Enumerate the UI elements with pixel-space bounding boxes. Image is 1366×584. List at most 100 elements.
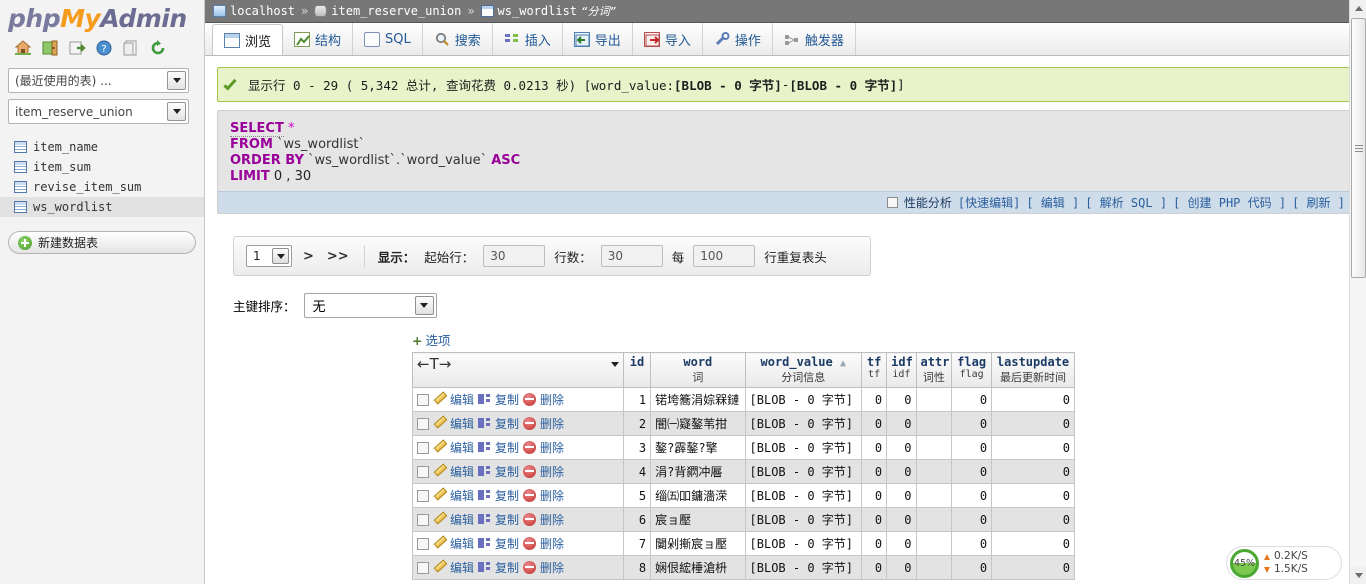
chevron-down-icon[interactable] (272, 248, 289, 264)
chevron-down-icon[interactable] (167, 102, 186, 121)
column-header-word_value[interactable]: word_value ▲ 分词信息 (745, 353, 861, 388)
chevron-down-icon[interactable] (415, 296, 434, 315)
copy-icon[interactable] (478, 513, 491, 526)
column-header-tf[interactable]: tf tf (861, 353, 886, 388)
sidebar-item-revise_item_sum[interactable]: revise_item_sum (0, 177, 204, 197)
help-icon[interactable]: ? (95, 39, 113, 57)
rows-count-input[interactable]: 30 (601, 245, 663, 267)
copy-link[interactable]: 复制 (495, 511, 519, 528)
row-checkbox[interactable] (417, 418, 429, 430)
scrollbar-thumb[interactable] (1351, 18, 1366, 278)
pencil-icon[interactable] (433, 513, 446, 526)
delete-icon[interactable] (523, 489, 536, 502)
scroll-down-button[interactable] (1350, 567, 1366, 584)
tab-operations[interactable]: 操作 (703, 23, 773, 55)
delete-icon[interactable] (523, 513, 536, 526)
pencil-icon[interactable] (433, 393, 446, 406)
explain-sql-link[interactable]: [ 解析 SQL ] (1085, 194, 1167, 211)
tab-import[interactable]: 导入 (633, 23, 703, 55)
table-row[interactable]: 编辑 复制 删除 1 锘垮簥涓婃槑鏈 [BLOB - 0 字节] 0 0 0 (413, 388, 1075, 412)
edit-link[interactable]: 编辑 (450, 391, 474, 408)
delete-link[interactable]: 删除 (540, 463, 564, 480)
copy-link[interactable]: 复制 (495, 463, 519, 480)
pencil-icon[interactable] (433, 537, 446, 550)
page-number-select[interactable]: 1 (246, 245, 292, 267)
export-icon[interactable] (68, 39, 86, 57)
breadcrumb-database[interactable]: item_reserve_union (331, 4, 461, 18)
table-row[interactable]: 编辑 复制 删除 3 鏊?霹鏊?擎 [BLOB - 0 字节] 0 0 0 (413, 436, 1075, 460)
tab-search[interactable]: 搜索 (423, 23, 493, 55)
row-checkbox[interactable] (417, 538, 429, 550)
vertical-scrollbar[interactable] (1349, 0, 1366, 584)
column-header-attr[interactable]: attr 词性 (916, 353, 952, 388)
row-checkbox[interactable] (417, 562, 429, 574)
tab-structure[interactable]: 结构 (283, 23, 353, 55)
phpmyadmin-logo[interactable]: phpMyAdmin (0, 0, 204, 33)
delete-link[interactable]: 删除 (540, 511, 564, 528)
create-php-code-link[interactable]: [ 创建 PHP 代码 ] (1173, 194, 1286, 211)
network-speed-widget[interactable]: 45% 0.2K/S 1.5K/S (1226, 546, 1342, 580)
delete-link[interactable]: 删除 (540, 535, 564, 552)
edit-link[interactable]: [ 编辑 ] (1026, 194, 1079, 211)
copy-icon[interactable] (478, 465, 491, 478)
tab-export[interactable]: 导出 (563, 23, 633, 55)
column-header-word[interactable]: word 词 (651, 353, 745, 388)
profiling-checkbox[interactable] (887, 197, 898, 208)
delete-icon[interactable] (523, 537, 536, 550)
column-header-lastupdate[interactable]: lastupdate 最后更新时间 (992, 353, 1075, 388)
primary-key-sort-select[interactable]: 无 (304, 293, 437, 318)
reload-icon[interactable] (149, 39, 167, 57)
copy-icon[interactable] (478, 393, 491, 406)
delete-icon[interactable] (523, 417, 536, 430)
delete-link[interactable]: 删除 (540, 415, 564, 432)
sidebar-item-item_sum[interactable]: item_sum (0, 157, 204, 177)
pencil-icon[interactable] (433, 441, 446, 454)
pencil-icon[interactable] (433, 561, 446, 574)
row-checkbox[interactable] (417, 442, 429, 454)
delete-icon[interactable] (523, 465, 536, 478)
table-row[interactable]: 编辑 复制 删除 4 涓?背閷冲厬 [BLOB - 0 字节] 0 0 0 (413, 460, 1075, 484)
table-row[interactable]: 编辑 复制 删除 7 闄剁摲宸ョ壓 [BLOB - 0 字节] 0 0 0 (413, 532, 1075, 556)
copy-link[interactable]: 复制 (495, 487, 519, 504)
tab-insert[interactable]: 插入 (493, 23, 563, 55)
edit-link[interactable]: 编辑 (450, 439, 474, 456)
scroll-up-button[interactable] (1350, 0, 1366, 17)
table-row[interactable]: 编辑 复制 删除 2 闇㈠寲鏊苇拑 [BLOB - 0 字节] 0 0 0 (413, 412, 1075, 436)
breadcrumb-table[interactable]: ws_wordlist (498, 4, 577, 18)
chevron-down-icon[interactable] (167, 71, 186, 90)
edit-link[interactable]: 编辑 (450, 511, 474, 528)
sidebar-item-item_name[interactable]: item_name (0, 137, 204, 157)
breadcrumb-server[interactable]: localhost (230, 4, 295, 18)
row-checkbox[interactable] (417, 514, 429, 526)
table-row[interactable]: 编辑 复制 删除 5 缁㈤吅鏞濇溁 [BLOB - 0 字节] 0 0 0 (413, 484, 1075, 508)
sql-query-text[interactable]: SELECT * FROM `ws_wordlist` ORDER BY `ws… (218, 111, 1353, 191)
repeat-header-input[interactable]: 100 (693, 245, 755, 267)
delete-icon[interactable] (523, 441, 536, 454)
copy-icon[interactable] (478, 489, 491, 502)
copy-link[interactable]: 复制 (495, 535, 519, 552)
row-checkbox[interactable] (417, 394, 429, 406)
copy-icon[interactable] (478, 561, 491, 574)
new-table-button[interactable]: 新建数据表 (8, 231, 196, 254)
sidebar-item-ws_wordlist[interactable]: ws_wordlist (0, 197, 204, 217)
copy-icon[interactable] (478, 537, 491, 550)
edit-link[interactable]: 编辑 (450, 559, 474, 576)
delete-link[interactable]: 删除 (540, 487, 564, 504)
copy-icon[interactable] (478, 441, 491, 454)
recent-tables-select[interactable]: (最近使用的表) ... (8, 68, 189, 93)
last-page-button[interactable]: >> (325, 249, 351, 264)
refresh-link[interactable]: [ 刷新 ] (1292, 194, 1345, 211)
edit-link[interactable]: 编辑 (450, 487, 474, 504)
pencil-icon[interactable] (433, 489, 446, 502)
copy-link[interactable]: 复制 (495, 415, 519, 432)
delete-link[interactable]: 删除 (540, 559, 564, 576)
next-page-button[interactable]: > (301, 249, 316, 264)
docs-icon[interactable] (122, 39, 140, 57)
pencil-icon[interactable] (433, 417, 446, 430)
row-actions-header[interactable]: ←T→ (413, 353, 624, 388)
delete-icon[interactable] (523, 561, 536, 574)
delete-link[interactable]: 删除 (540, 439, 564, 456)
row-checkbox[interactable] (417, 490, 429, 502)
inline-edit-link[interactable]: [快速编辑] (958, 194, 1020, 211)
start-row-input[interactable]: 30 (483, 245, 545, 267)
